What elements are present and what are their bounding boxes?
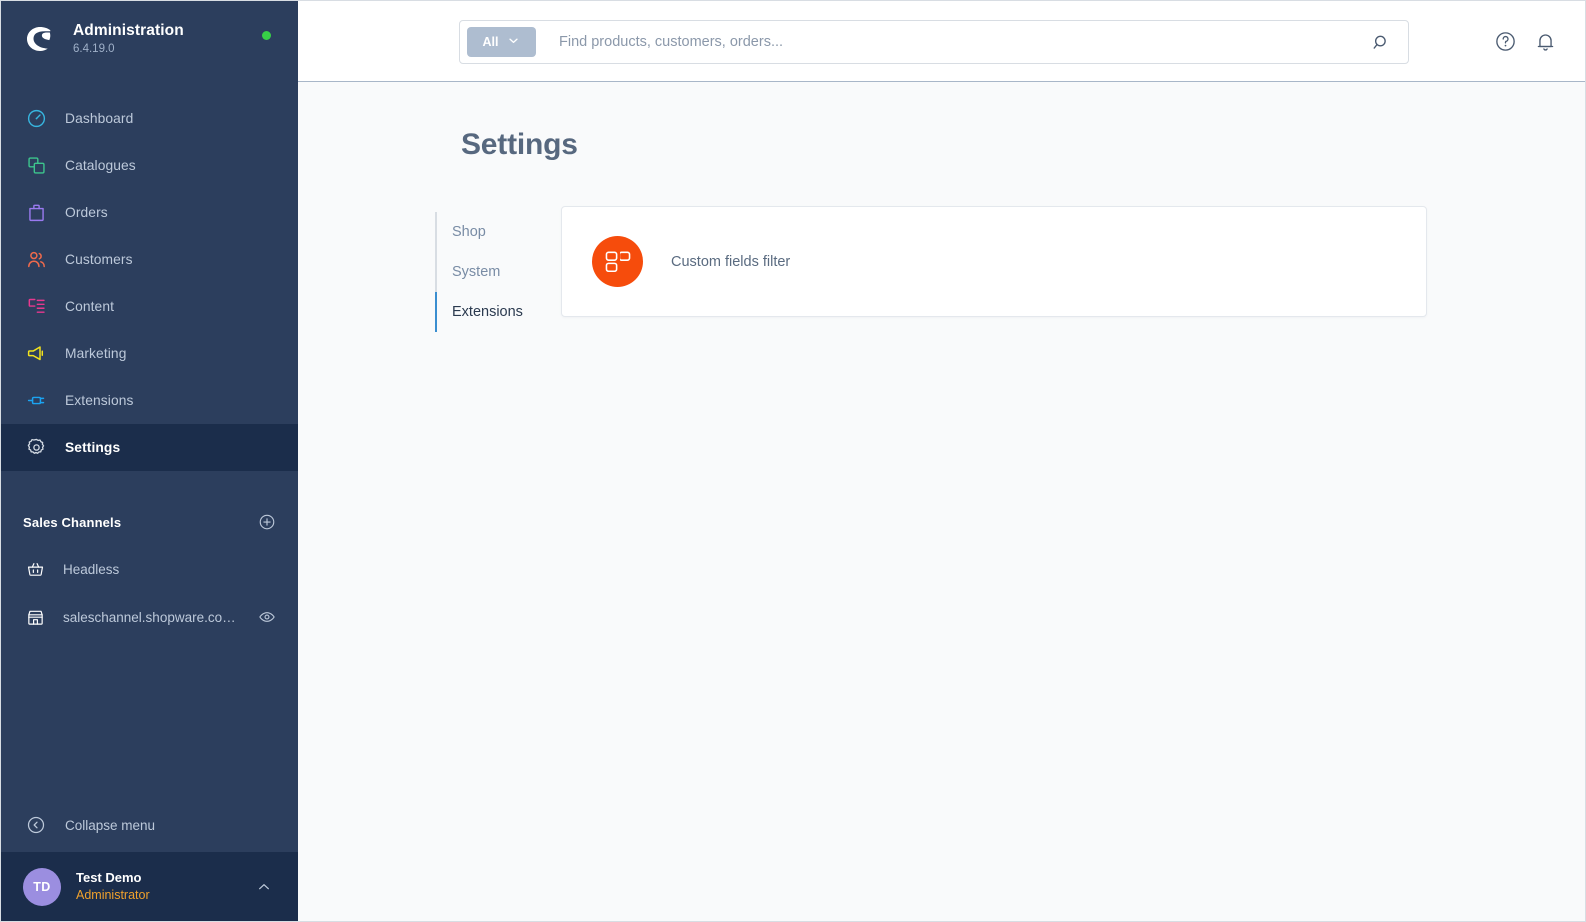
plus-circle-icon[interactable] [258, 513, 276, 531]
sidebar-item-extensions[interactable]: Extensions [1, 377, 298, 424]
sidebar-item-marketing[interactable]: Marketing [1, 330, 298, 377]
admin-window: Administration 6.4.19.0 Dashboard Catalo… [0, 0, 1586, 922]
sidebar-item-catalogues[interactable]: Catalogues [1, 142, 298, 189]
basket-icon [23, 557, 47, 581]
help-circle-icon[interactable] [1494, 30, 1517, 53]
tab-extensions[interactable]: Extensions [435, 292, 561, 332]
user-meta: Test Demo Administrator [76, 869, 256, 905]
sales-channel-label: saleschannel.shopware.co… [63, 609, 236, 625]
brand-title: Administration [73, 21, 184, 39]
settings-gear-icon [23, 435, 49, 461]
settings-body: Shop System Extensions Custom fields fil… [298, 206, 1585, 332]
customers-icon [23, 247, 49, 273]
sidebar-item-settings[interactable]: Settings [1, 424, 298, 471]
tab-shop[interactable]: Shop [435, 212, 561, 252]
chevron-down-icon [507, 34, 520, 50]
shopware-logo-icon [23, 22, 57, 56]
search-input[interactable] [536, 34, 1363, 50]
avatar: TD [23, 867, 61, 906]
user-role: Administrator [76, 887, 150, 902]
page-title: Settings [461, 128, 578, 161]
sidebar: Administration 6.4.19.0 Dashboard Catalo… [1, 1, 298, 921]
global-search-bar: All [459, 20, 1409, 64]
extensions-panel: Custom fields filter [561, 206, 1427, 332]
search-icon[interactable] [1363, 33, 1400, 52]
sidebar-item-content[interactable]: Content [1, 283, 298, 330]
gb-extension-logo-icon [592, 236, 643, 287]
settings-sub-navigation: Shop System Extensions [435, 206, 561, 332]
sidebar-item-label: Extensions [65, 393, 134, 408]
collapse-left-icon [23, 812, 49, 838]
sidebar-item-label: Dashboard [65, 111, 134, 126]
brand-header[interactable]: Administration 6.4.19.0 [1, 1, 298, 77]
tab-label: Extensions [452, 304, 523, 320]
content-area: Settings Shop System Extensions Custom f… [298, 82, 1585, 921]
tab-label: System [452, 264, 501, 280]
collapse-menu-button[interactable]: Collapse menu [1, 798, 298, 852]
sales-channel-headless[interactable]: Headless [1, 545, 298, 593]
sales-channel-label: Headless [63, 561, 120, 577]
sidebar-item-label: Orders [65, 205, 108, 220]
extensions-card: Custom fields filter [561, 206, 1427, 317]
search-scope-dropdown[interactable]: All [467, 27, 536, 57]
chevron-up-icon[interactable] [256, 879, 278, 895]
sidebar-item-label: Settings [65, 440, 121, 455]
tab-label: Shop [452, 224, 486, 240]
extension-item-custom-fields-filter[interactable]: Custom fields filter [592, 236, 790, 287]
topbar-actions [1494, 30, 1557, 53]
sidebar-item-orders[interactable]: Orders [1, 189, 298, 236]
marketing-icon [23, 341, 49, 367]
user-name: Test Demo [76, 869, 142, 885]
sidebar-item-label: Content [65, 299, 115, 314]
extension-label: Custom fields filter [671, 253, 791, 270]
sidebar-item-label: Marketing [65, 346, 127, 361]
sidebar-item-dashboard[interactable]: Dashboard [1, 95, 298, 142]
storefront-icon [23, 605, 47, 629]
topbar: All [298, 1, 1585, 82]
extensions-icon [23, 388, 49, 414]
dashboard-icon [23, 106, 49, 132]
catalogues-icon [23, 153, 49, 179]
sales-channel-storefront[interactable]: saleschannel.shopware.co… [1, 593, 298, 641]
tab-system[interactable]: System [435, 252, 561, 292]
sidebar-item-customers[interactable]: Customers [1, 236, 298, 283]
brand-text: Administration 6.4.19.0 [73, 21, 184, 57]
status-dot-online-icon [262, 31, 271, 40]
orders-icon [23, 200, 49, 226]
content-icon [23, 294, 49, 320]
sales-channels-title: Sales Channels [23, 514, 122, 530]
brand-version: 6.4.19.0 [73, 43, 115, 56]
collapse-menu-label: Collapse menu [65, 817, 156, 833]
search-scope-label: All [482, 35, 499, 49]
sales-channels-section-header: Sales Channels [1, 499, 298, 545]
main-navigation: Dashboard Catalogues Orders Customers Co… [1, 77, 298, 471]
bell-icon[interactable] [1534, 30, 1557, 53]
main-region: All Find products, customers, orders... … [298, 1, 1585, 921]
eye-icon[interactable] [258, 608, 276, 626]
sidebar-item-label: Catalogues [65, 158, 136, 173]
sidebar-item-label: Customers [65, 252, 133, 267]
user-footer[interactable]: TD Test Demo Administrator [1, 852, 298, 921]
